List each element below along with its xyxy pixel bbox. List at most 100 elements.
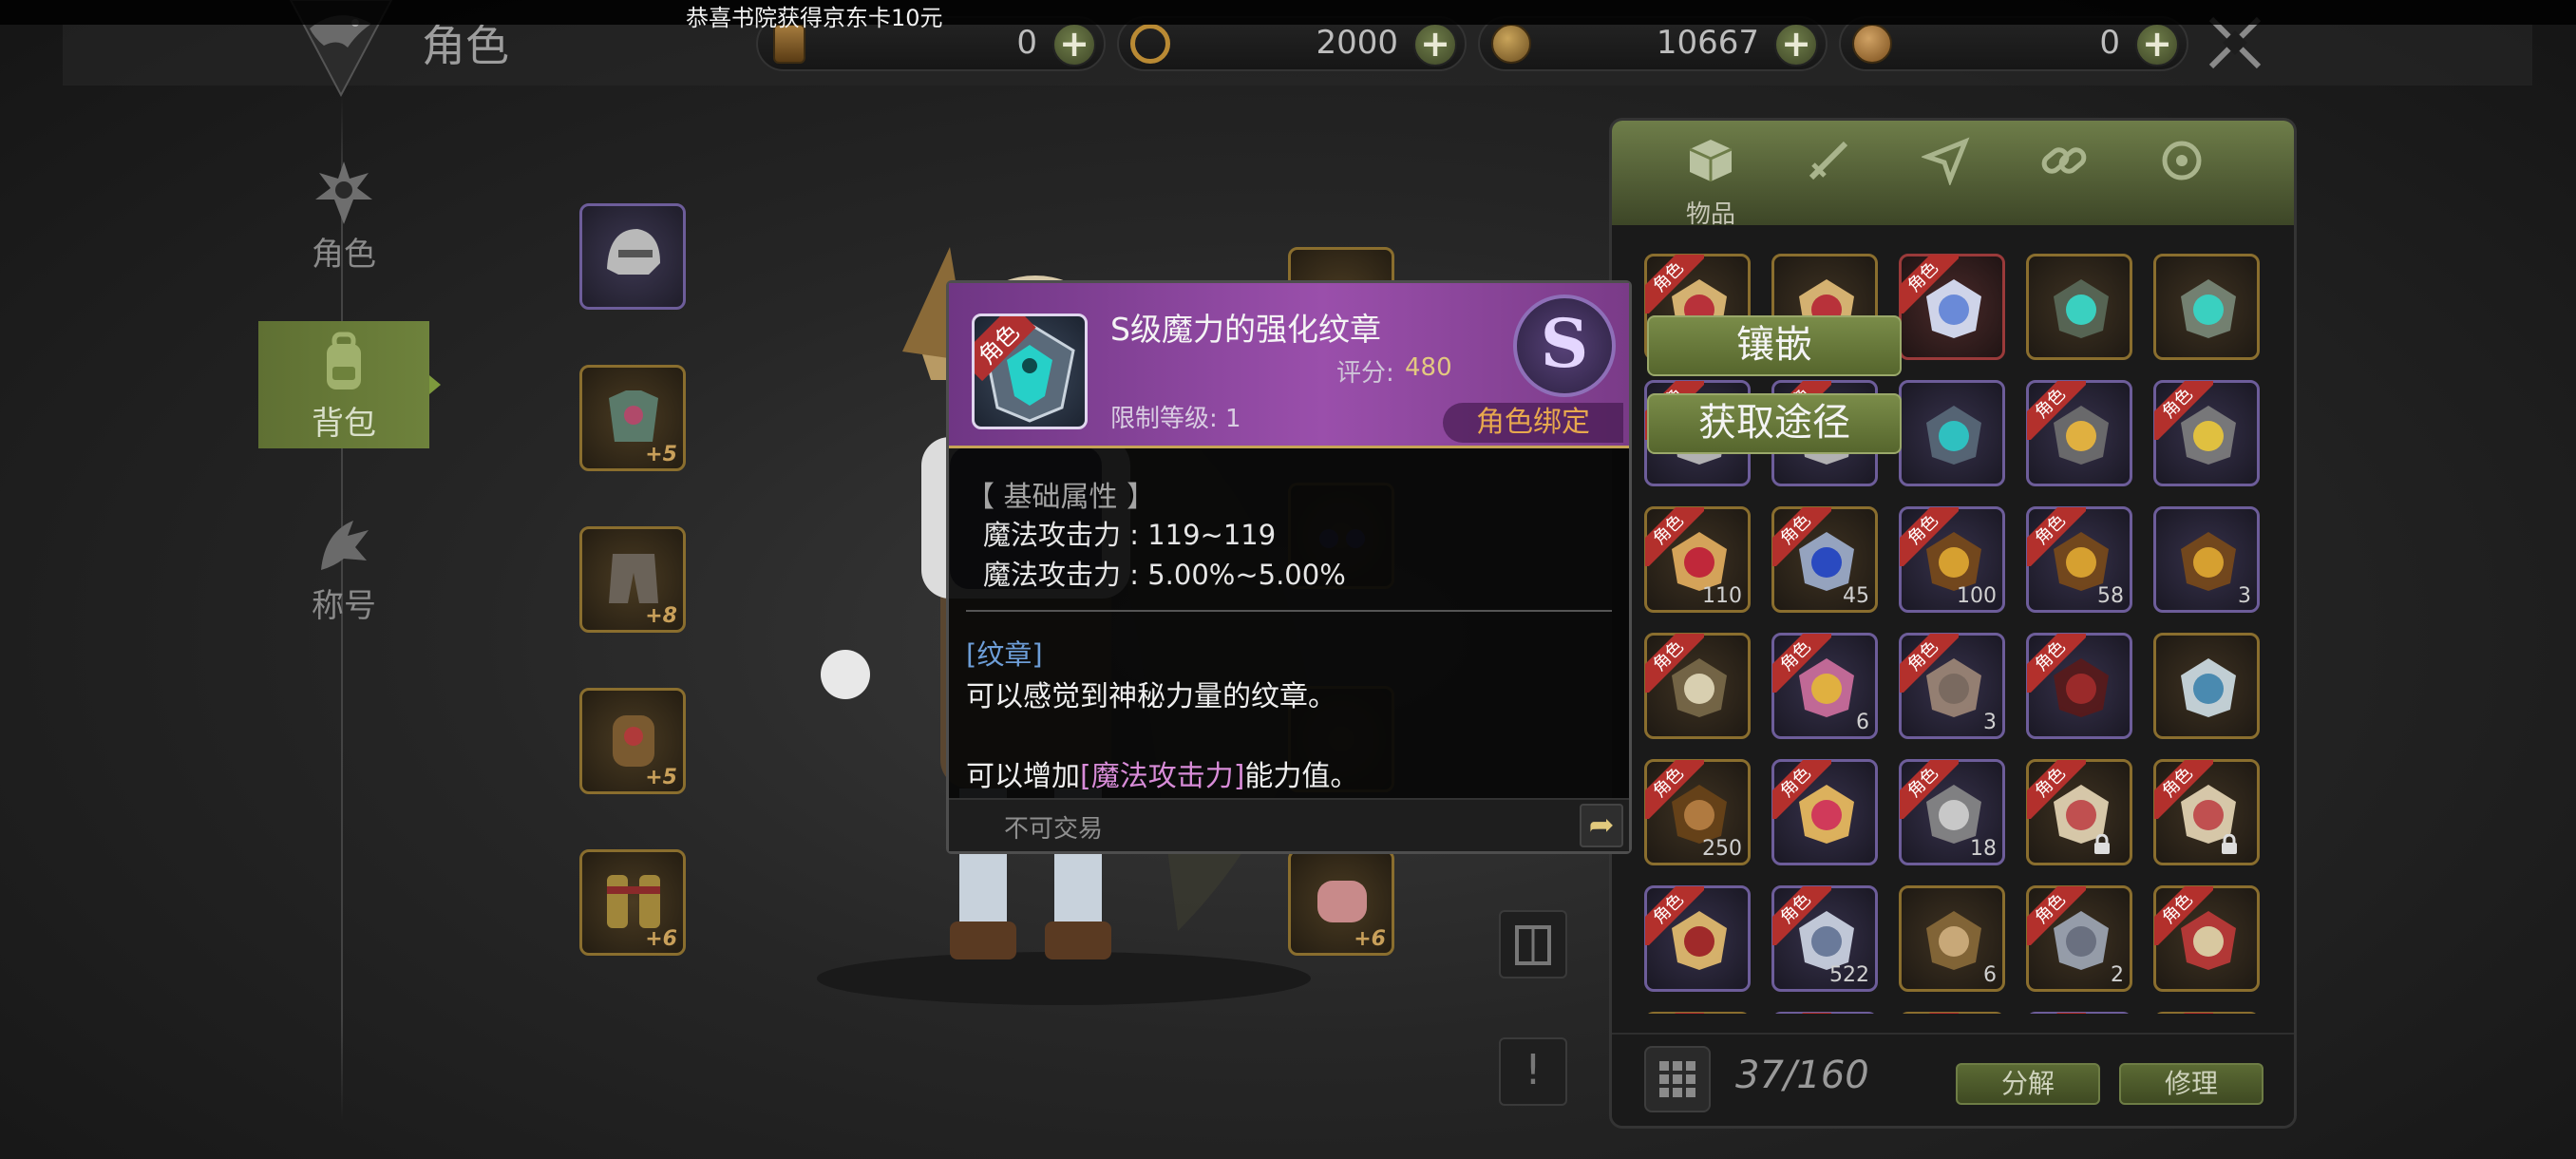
inventory-slot[interactable]: 角色 [1771, 1012, 1878, 1014]
inventory-slot[interactable]: 角色 2 [2026, 885, 2132, 992]
enhance-level: +5 [645, 766, 677, 789]
repair-button[interactable]: 修理 [2119, 1063, 2263, 1105]
inventory-slot[interactable]: 角色 [2026, 380, 2132, 486]
tab-misc[interactable] [2144, 134, 2220, 219]
equip-slot-armor[interactable]: +5 [579, 365, 686, 471]
decompose-button[interactable]: 分解 [1956, 1063, 2100, 1105]
inventory-slot[interactable]: 角色 6 [1771, 633, 1878, 739]
enhance-level: +6 [1354, 927, 1386, 951]
character-ribbon: 角色 [1900, 255, 1959, 314]
item-count: 522 [1829, 963, 1869, 987]
ribbon-label: 角色 [1900, 507, 1959, 566]
inventory-slot[interactable]: 角色 [1644, 1012, 1751, 1014]
bind-status: 角色绑定 [1443, 403, 1623, 443]
tab-weapons[interactable] [1790, 134, 1866, 219]
equip-slot-gloves[interactable]: +5 [579, 688, 686, 794]
ribbon-label: 角色 [1772, 1013, 1831, 1014]
tab-label: 物品 [1685, 200, 1735, 229]
ribbon-label: 角色 [2027, 507, 2086, 566]
inventory-slot[interactable]: 角色 100 [1899, 506, 2005, 613]
item-count: 3 [1983, 711, 1997, 734]
equip-slot-pants[interactable]: +8 [579, 526, 686, 633]
ribbon-label: 角色 [2154, 381, 2213, 440]
lock-icon [2222, 834, 2237, 854]
inventory-slot[interactable]: 角色 [1899, 1012, 2005, 1014]
tab-gliders[interactable] [1908, 134, 1984, 219]
inlay-button[interactable]: 镶嵌 [1647, 315, 1902, 376]
ribbon-label: 角色 [1900, 760, 1959, 819]
ribbon-label: 角色 [1772, 760, 1831, 819]
gear-orb-icon [2162, 141, 2202, 180]
add-bronze-button[interactable]: + [2135, 23, 2179, 66]
ribbon-label: 角色 [2027, 381, 2086, 440]
character-ribbon: 角色 [1772, 760, 1831, 819]
currency-value: 0 [2099, 24, 2120, 62]
inventory-slot[interactable]: 角色 [1644, 633, 1751, 739]
add-ticket-button[interactable]: + [1052, 23, 1096, 66]
grid-icon [1659, 1061, 1695, 1097]
ribbon-label: 角色 [1772, 886, 1831, 945]
item-count: 250 [1702, 837, 1742, 861]
equip-slot-accessory[interactable]: +6 [1288, 849, 1394, 956]
item-count: 6 [1983, 963, 1997, 987]
ribbon-label: 角色 [1772, 507, 1831, 566]
inventory-slot[interactable]: 角色 [2153, 380, 2260, 486]
enhance-level: +5 [645, 443, 677, 466]
level-requirement: 限制等级: 1 [1110, 405, 1241, 433]
tab-items[interactable]: 物品 [1673, 134, 1749, 229]
currency-value: 0 [1016, 24, 1037, 62]
alert-button[interactable]: ! [1499, 1037, 1567, 1106]
inventory-slot[interactable] [2153, 254, 2260, 360]
scroll-icon [1926, 911, 1981, 970]
character-ribbon: 角色 [2027, 886, 2086, 945]
inventory-slot[interactable]: 角色 18 [1899, 759, 2005, 865]
inventory-slot[interactable]: 角色 [2153, 885, 2260, 992]
score-label: 评分: [1336, 359, 1394, 388]
item-count: 3 [2238, 584, 2251, 608]
inventory-tabs: 物品 [1612, 121, 2294, 229]
inventory-slot[interactable]: 角色 110 [1644, 506, 1751, 613]
inventory-slot[interactable]: 角色 [1899, 254, 2005, 360]
inventory-slot[interactable] [2153, 633, 2260, 739]
add-gold-button[interactable]: + [1774, 23, 1818, 66]
gold-coin-icon [1491, 24, 1531, 64]
inventory-slot[interactable]: 角色 [1644, 885, 1751, 992]
enhance-level: +8 [645, 604, 677, 628]
ribbon-label: 角色 [2154, 1013, 2213, 1014]
wardrobe-button[interactable] [1499, 910, 1567, 978]
inventory-slot[interactable]: 角色 [2026, 633, 2132, 739]
inventory-slot[interactable]: 6 [1899, 885, 2005, 992]
inventory-slot[interactable]: 角色 250 [1644, 759, 1751, 865]
character-ribbon: 角色 [2027, 507, 2086, 566]
add-swirl-coin-button[interactable]: + [1413, 23, 1457, 66]
equip-slot-helmet[interactable] [579, 203, 686, 310]
tab-links[interactable] [2026, 134, 2102, 219]
inventory-slot[interactable] [2026, 254, 2132, 360]
inventory-slot[interactable]: 角色 3 [1899, 633, 2005, 739]
inventory-slot[interactable]: 角色 58 [2026, 506, 2132, 613]
wardrobe-icon [1515, 925, 1551, 965]
inventory-slot[interactable]: 3 [2153, 506, 2260, 613]
character-ribbon: 角色 [2154, 760, 2213, 819]
swirl-coin-icon [1130, 24, 1170, 64]
inventory-slot[interactable]: 角色 45 [1771, 506, 1878, 613]
inventory-slot[interactable]: 角色 [1771, 759, 1878, 865]
inventory-slot[interactable]: 角色 [2026, 1012, 2132, 1014]
item-tooltip: 角色 S级魔力的强化纹章 评分: 480 限制等级: 1 S 角色绑定 【 基础… [946, 280, 1632, 854]
tooltip-header: 角色 S级魔力的强化纹章 评分: 480 限制等级: 1 S 角色绑定 [949, 283, 1629, 448]
share-button[interactable]: ➦ [1580, 804, 1623, 847]
sidebar-item-backpack[interactable]: 背包 [258, 321, 429, 448]
inventory-panel: 物品 角色角色角色角色角色角色角色110角色45角色100角色583角色角色6角… [1609, 118, 2297, 1129]
equip-slot-boots[interactable]: +6 [579, 849, 686, 956]
inventory-slot[interactable] [1899, 380, 2005, 486]
inventory-slot[interactable]: 角色 522 [1771, 885, 1878, 992]
attribute-line: 魔法攻击力 : 5.00%~5.00% [983, 559, 1346, 591]
inventory-slot[interactable]: 角色 [2026, 759, 2132, 865]
acquire-source-button[interactable]: 获取途径 [1647, 393, 1902, 454]
grid-view-button[interactable] [1644, 1046, 1711, 1112]
sidebar-item-title[interactable]: 称号 [258, 504, 429, 631]
inventory-slot[interactable]: 角色 [2153, 759, 2260, 865]
teal-emblem-icon [1926, 406, 1981, 465]
sidebar-item-character[interactable]: 角色 [258, 152, 429, 279]
inventory-slot[interactable]: 角色 [2153, 1012, 2260, 1014]
